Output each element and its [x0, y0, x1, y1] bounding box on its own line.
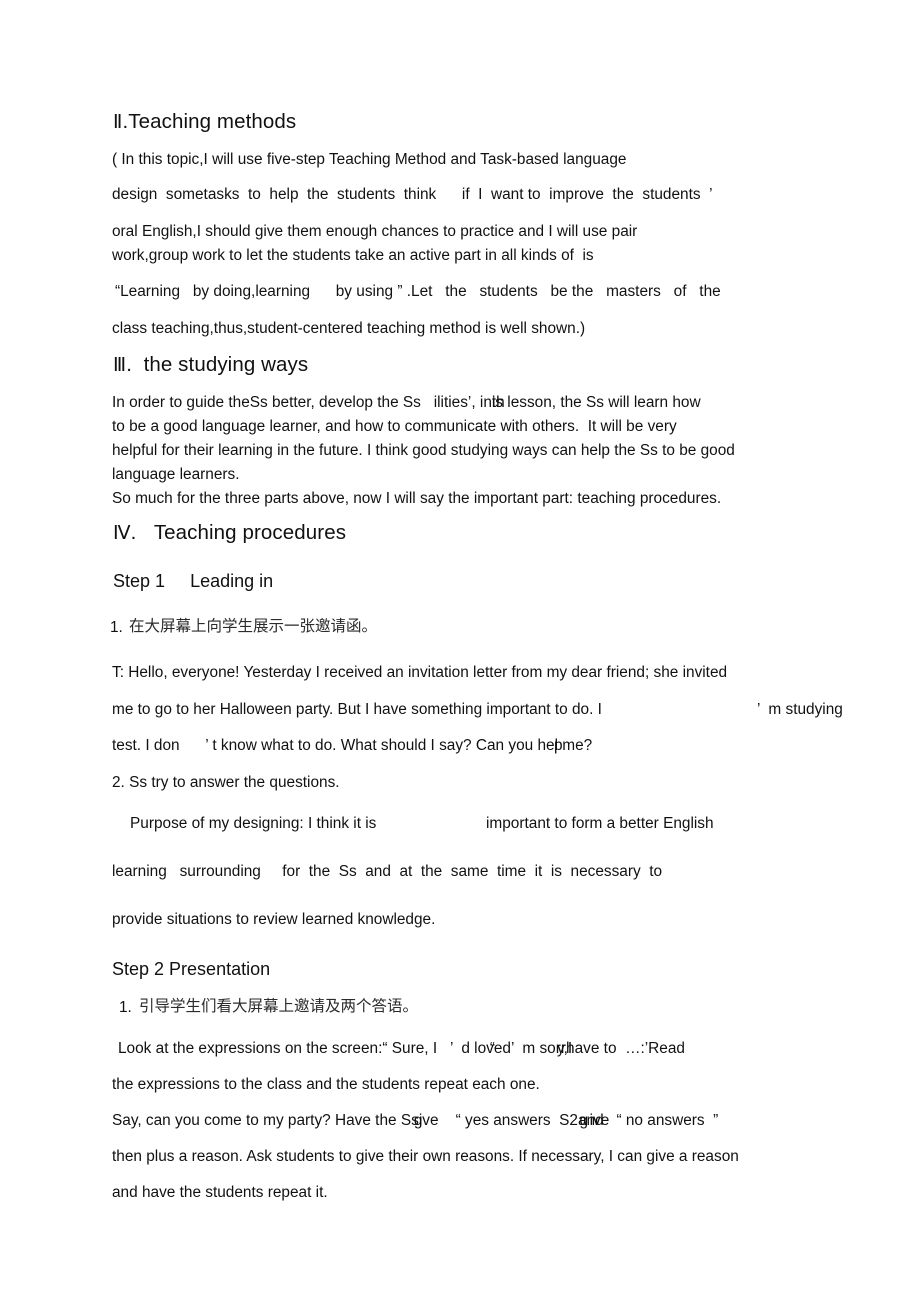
paragraph-line: work,group work to let the students take… [112, 247, 594, 264]
list-item-text: 2. Ss try to answer the questions. [112, 774, 340, 791]
heading-title-3: the studying ways [143, 353, 309, 376]
text-fragment-n: Read [648, 1040, 685, 1057]
text-fragment-c: me? [558, 737, 593, 754]
list-item-text-cjk: 在大屏幕上向学生展示一张邀请函。 [129, 617, 378, 635]
text-fragment-a: test. I don [112, 737, 180, 754]
paragraph-line: the expressions to the class and the stu… [112, 1076, 540, 1093]
heading-studying-ways: Ⅲ. the studying ways [113, 353, 309, 376]
paragraph-line: helpful for their learning in the future… [112, 442, 735, 459]
expressions-line-overlapping: Look at the expressions on the screen:“ … [118, 1040, 685, 1057]
text-fragment-g: d [502, 1040, 511, 1057]
heading-title-2: Teaching methods [128, 110, 297, 133]
text-fragment-b: Ss better, develop the Ss [249, 394, 421, 411]
paragraph-line: So much for the three parts above, now I… [112, 490, 722, 507]
step-1-label: Step 1 [113, 571, 166, 591]
text-fragment-a: Look at the expressions on the screen [118, 1040, 379, 1057]
text-fragment-a: In order to guide the [112, 394, 250, 411]
paragraph-line: then plus a reason. Ask students to give… [112, 1148, 739, 1165]
paragraph-line: class teaching,thus,student-centered tea… [112, 320, 586, 337]
text-fragment-f: S2 [559, 1112, 578, 1129]
dialogue-line-overflow: ’ m studying [757, 701, 843, 718]
paragraph-line: and have the students repeat it. [112, 1184, 328, 1201]
heading-separator-3: . [126, 353, 132, 376]
text-fragment-l: …: [625, 1040, 645, 1057]
dialogue-line: test. I don ’ t know what to do. What sh… [112, 737, 593, 754]
text-fragment-a: Say, can you come to my party? Have the … [112, 1112, 412, 1129]
step-1-header: Step 1 Leading in [113, 572, 273, 590]
text-fragment-d: is lesson, the Ss will learn how [491, 394, 701, 411]
paragraph-line: “Learning by doing,learning by using ” .… [115, 283, 721, 300]
say-line-overlapping: Say, can you come to my party? Have the … [112, 1112, 719, 1129]
list-item-number: 1. [110, 619, 123, 636]
purpose-line: provide situations to review learned kno… [112, 911, 436, 928]
text-fragment-c: ’ d lo [449, 1040, 487, 1057]
list-item-text-cjk: 引导学生们看大屏幕上邀请及两个答语。 [139, 997, 419, 1015]
step-2-header: Step 2 Presentation [112, 959, 271, 979]
heading-title-4: Teaching procedures [153, 521, 347, 544]
document-page: Ⅱ.Teaching methods ( In this topic,I wil… [0, 0, 920, 1303]
text-fragment-c: ilities’, in [433, 394, 492, 411]
dialogue-line: T: Hello, everyone! Yesterday I received… [112, 664, 728, 681]
heading-numeral-4: Ⅳ [113, 523, 131, 544]
paragraph-line-overlapping: In order to guide theSs better, develop … [112, 394, 701, 411]
step-1-title: Leading in [190, 571, 274, 591]
purpose-text-b: important to form a better English [486, 815, 714, 832]
text-fragment-b: ’ t know what to do. What should I say? … [205, 737, 559, 754]
purpose-text-a: Purpose of my designing: I think it is [130, 815, 377, 832]
paragraph-line: ( In this topic,I will use five-step Tea… [112, 151, 627, 168]
list-item-number: 1. [119, 999, 132, 1016]
paragraph-line: design sometasks to help the students th… [112, 186, 713, 203]
purpose-line: learning surrounding for the Ss and at t… [112, 863, 663, 880]
paragraph-line: to be a good language learner, and how t… [112, 418, 677, 435]
text-fragment-l: “ no answers [616, 1112, 705, 1129]
paragraph-line: language learners. [112, 466, 240, 483]
paragraph-line: oral English,I should give them enough c… [112, 223, 638, 240]
heading-numeral-3: Ⅲ [113, 355, 127, 376]
heading-separator-4: . [130, 521, 137, 544]
text-fragment-e: “ yes answers [455, 1112, 551, 1129]
text-fragment-h: ’ m so [510, 1040, 556, 1057]
text-fragment-k: have to [566, 1040, 617, 1057]
dialogue-line: me to go to her Halloween party. But I h… [112, 701, 602, 718]
text-fragment-m: ” [713, 1112, 719, 1129]
heading-teaching-methods: Ⅱ.Teaching methods [113, 110, 297, 133]
heading-teaching-procedures: Ⅳ. Teaching procedures [113, 521, 347, 544]
text-fragment-b: :“ Sure, I [378, 1040, 438, 1057]
